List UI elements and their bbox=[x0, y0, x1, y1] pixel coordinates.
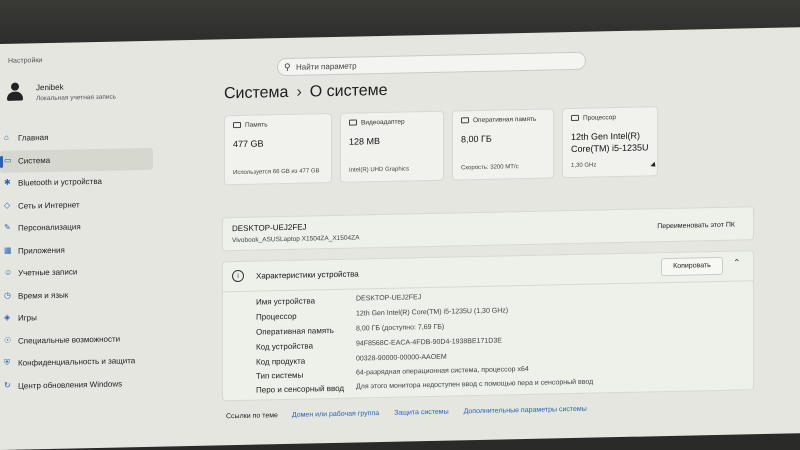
sidebar-item-privacy[interactable]: ⛨ Конфиденциальность и защита bbox=[0, 350, 153, 376]
device-name-bar: DESKTOP-UEJ2FEJ Vivobook_ASUSLaptop X150… bbox=[222, 206, 754, 252]
gpu-icon bbox=[349, 119, 357, 126]
breadcrumb-parent[interactable]: Система bbox=[224, 84, 288, 102]
home-icon: ⌂ bbox=[4, 132, 9, 142]
device-name: DESKTOP-UEJ2FEJ bbox=[232, 222, 307, 234]
spec-value: 8,00 ГБ (доступно: 7,69 ГБ) bbox=[356, 323, 445, 333]
related-links: Ссылки по теме Домен или рабочая группа … bbox=[226, 405, 600, 421]
card-sub: Используется 66 GB из 477 GB bbox=[233, 168, 320, 177]
cpu-value-line2: Core(TM) i5-1235U bbox=[571, 142, 649, 155]
cpu-value-line1: 12th Gen Intel(R) bbox=[571, 130, 641, 143]
sidebar-item-label: Специальные возможности bbox=[18, 333, 121, 346]
sidebar-item-label: Игры bbox=[18, 313, 37, 323]
related-links-label: Ссылки по теме bbox=[226, 412, 278, 421]
sidebar-item-label: Учетные записи bbox=[18, 267, 78, 278]
globe-clock-icon: ◷ bbox=[4, 290, 11, 300]
specs-title: Характеристики устройства bbox=[256, 269, 359, 281]
copy-button[interactable]: Копировать bbox=[661, 256, 723, 277]
spec-key: Имя устройства bbox=[256, 296, 316, 307]
breadcrumb-separator: › bbox=[296, 83, 302, 101]
device-model: Vivobook_ASUSLaptop X1504ZA_X1504ZA bbox=[232, 234, 360, 245]
rename-pc-button[interactable]: Переименовать этот ПК bbox=[657, 222, 735, 231]
bluetooth-icon: ✱ bbox=[4, 177, 11, 187]
person-icon: ☺ bbox=[4, 267, 13, 277]
accessibility-icon: ☉ bbox=[4, 335, 12, 345]
search-input[interactable]: ⚲ Найти параметр bbox=[277, 51, 586, 77]
link-advanced-system-settings[interactable]: Дополнительные параметры системы bbox=[464, 406, 587, 416]
sidebar-item-bluetooth[interactable]: ✱ Bluetooth и устройства bbox=[0, 170, 153, 196]
update-icon: ↻ bbox=[4, 380, 11, 390]
shield-icon: ⛨ bbox=[4, 357, 10, 367]
gpu-card[interactable]: Видеоадаптер 128 MB Intel(R) UHD Graphic… bbox=[340, 110, 444, 183]
search-placeholder: Найти параметр bbox=[296, 61, 357, 72]
card-value: 477 GB bbox=[233, 138, 264, 150]
apps-icon: ▦ bbox=[4, 245, 12, 255]
card-label: Память bbox=[245, 121, 268, 129]
spec-key: Код продукта bbox=[256, 356, 306, 367]
ram-card[interactable]: Оперативная память 8,00 ГБ Скорость: 320… bbox=[452, 108, 554, 181]
brush-icon: ✎ bbox=[4, 222, 11, 232]
spec-key: Оперативная память bbox=[256, 326, 334, 337]
sidebar-item-personalization[interactable]: ✎ Персонализация bbox=[0, 215, 153, 241]
info-icon: i bbox=[232, 269, 244, 283]
chevron-up-icon[interactable]: ⌃ bbox=[733, 257, 741, 268]
user-account-type: Локальная учетная запись bbox=[36, 93, 117, 103]
monitor-icon: ▭ bbox=[4, 155, 12, 165]
sidebar-item-time-language[interactable]: ◷ Время и язык bbox=[0, 282, 153, 308]
settings-window: Настройки ⚲ Найти параметр Jenibek Локал… bbox=[0, 27, 800, 450]
card-value: 12th Gen Intel(R) Core(TM) i5-1235U bbox=[571, 129, 649, 155]
spec-key: Код устройства bbox=[256, 341, 314, 352]
wifi-icon: ◇ bbox=[4, 200, 11, 210]
sidebar-item-label: Приложения bbox=[18, 245, 65, 256]
card-value: 128 MB bbox=[349, 136, 381, 147]
sidebar-item-accessibility[interactable]: ☉ Специальные возможности bbox=[0, 327, 153, 353]
storage-card[interactable]: Память 477 GB Используется 66 GB из 477 … bbox=[224, 113, 332, 186]
spec-key: Процессор bbox=[256, 311, 297, 322]
sidebar-item-system[interactable]: ▭ Система bbox=[0, 147, 153, 173]
spec-value: DESKTOP-UEJ2FEJ bbox=[356, 294, 422, 303]
sidebar-item-label: Центр обновления Windows bbox=[18, 378, 123, 391]
cpu-card[interactable]: Процессор 12th Gen Intel(R) Core(TM) i5-1… bbox=[562, 106, 658, 179]
storage-icon bbox=[233, 121, 241, 129]
sidebar-item-label: Система bbox=[18, 155, 51, 166]
card-label: Процессор bbox=[583, 114, 616, 122]
gamepad-icon: ◈ bbox=[4, 312, 11, 322]
user-name: Jenibek bbox=[36, 82, 64, 93]
sidebar-item-apps[interactable]: ▦ Приложения bbox=[0, 237, 153, 263]
avatar[interactable] bbox=[6, 81, 24, 101]
sidebar-item-label: Конфиденциальность и защита bbox=[18, 356, 136, 368]
card-sub: Скорость: 3200 МТ/с bbox=[461, 164, 519, 172]
ram-icon bbox=[461, 117, 469, 124]
breadcrumb: Система › О системе bbox=[224, 82, 388, 103]
sidebar-item-label: Главная bbox=[18, 132, 49, 143]
page-title: О системе bbox=[309, 81, 388, 101]
sidebar-item-accounts[interactable]: ☺ Учетные записи bbox=[0, 260, 153, 286]
card-label: Видеоадаптер bbox=[361, 118, 405, 127]
card-value: 8,00 ГБ bbox=[461, 133, 492, 145]
card-label: Оперативная память bbox=[473, 115, 537, 125]
spec-key: Тип системы bbox=[256, 370, 304, 381]
sidebar-item-label: Персонализация bbox=[18, 222, 81, 233]
link-system-protection[interactable]: Защита системы bbox=[394, 409, 449, 417]
card-sub: Intel(R) UHD Graphics bbox=[349, 166, 410, 174]
search-icon: ⚲ bbox=[284, 61, 291, 73]
sidebar-item-label: Сеть и Интернет bbox=[18, 199, 80, 211]
device-specs-panel: i Характеристики устройства Копировать ⌃… bbox=[222, 250, 754, 402]
cpu-icon bbox=[571, 114, 579, 122]
sidebar-nav: ⌂ Главная ▭ Система ✱ Bluetooth и устройств… bbox=[0, 125, 153, 398]
sidebar-item-label: Время и язык bbox=[18, 290, 69, 301]
window-title: Настройки bbox=[8, 57, 43, 65]
sidebar-item-gaming[interactable]: ◈ Игры bbox=[0, 305, 153, 331]
sidebar-item-network[interactable]: ◇ Сеть и Интернет bbox=[0, 192, 153, 218]
sidebar-item-windows-update[interactable]: ↻ Центр обновления Windows bbox=[0, 372, 153, 398]
sidebar-item-home[interactable]: ⌂ Главная bbox=[0, 125, 153, 151]
link-domain-workgroup[interactable]: Домен или рабочая группа bbox=[292, 410, 379, 419]
sidebar-item-label: Bluetooth и устройства bbox=[18, 176, 102, 188]
card-sub: 1,30 GHz bbox=[571, 162, 597, 170]
spec-value: 00328-90000-00000-AAOEM bbox=[356, 353, 447, 363]
spec-key: Перо и сенсорный ввод bbox=[256, 383, 345, 395]
